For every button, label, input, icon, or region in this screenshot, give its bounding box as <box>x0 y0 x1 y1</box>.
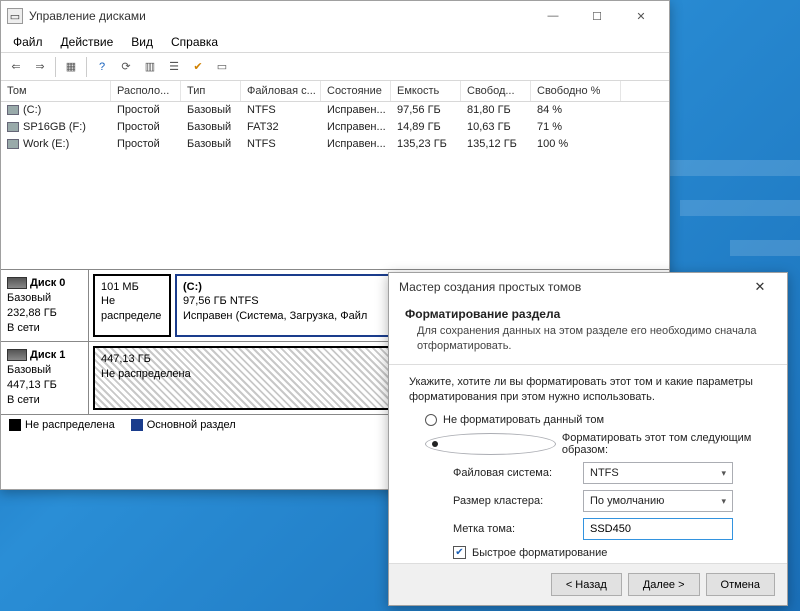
checkbox-quick-format-label: Быстрое форматирование <box>472 547 607 559</box>
wizard-heading: Форматирование раздела <box>405 307 771 321</box>
wizard-titlebar[interactable]: Мастер создания простых томов ✕ <box>389 273 787 301</box>
legend-primary-icon <box>131 419 143 431</box>
grid-header: Том Располо... Тип Файловая с... Состоян… <box>1 81 669 102</box>
label-volume: Метка тома: <box>453 523 583 535</box>
titlebar[interactable]: ▭ Управление дисками — ☐ ✕ <box>1 1 669 31</box>
col-fs[interactable]: Файловая с... <box>241 81 321 101</box>
cancel-button[interactable]: Отмена <box>706 573 775 596</box>
chevron-down-icon: ▾ <box>721 496 726 507</box>
help-icon[interactable]: ? <box>91 56 113 78</box>
refresh-icon[interactable]: ⟳ <box>115 56 137 78</box>
col-layout[interactable]: Располо... <box>111 81 181 101</box>
back-button[interactable]: < Назад <box>551 573 622 596</box>
format-wizard-dialog: Мастер создания простых томов ✕ Форматир… <box>388 272 788 606</box>
menu-action[interactable]: Действие <box>53 33 122 51</box>
legend-primary-label: Основной раздел <box>147 419 236 431</box>
wizard-prompt: Укажите, хотите ли вы форматировать этот… <box>409 375 767 405</box>
col-type[interactable]: Тип <box>181 81 241 101</box>
col-cap[interactable]: Емкость <box>391 81 461 101</box>
back-icon[interactable]: ⇐ <box>5 56 27 78</box>
app-icon: ▭ <box>7 8 23 24</box>
input-volume-label[interactable] <box>583 518 733 540</box>
table-row[interactable]: SP16GB (F:)ПростойБазовыйFAT32Исправен..… <box>1 119 669 136</box>
col-state[interactable]: Состояние <box>321 81 391 101</box>
chevron-down-icon: ▾ <box>721 468 726 479</box>
menu-help[interactable]: Справка <box>163 33 226 51</box>
legend-unallocated-label: Не распределена <box>25 419 115 431</box>
table-row[interactable]: Work (E:)ПростойБазовыйNTFSИсправен...13… <box>1 136 669 153</box>
col-pct[interactable]: Свободно % <box>531 81 621 101</box>
col-volume[interactable]: Том <box>1 81 111 101</box>
next-button[interactable]: Далее > <box>628 573 700 596</box>
label-filesystem: Файловая система: <box>453 467 583 479</box>
col-free[interactable]: Свобод... <box>461 81 531 101</box>
wizard-close-button[interactable]: ✕ <box>743 274 777 300</box>
maximize-button[interactable]: ☐ <box>575 1 619 31</box>
wizard-subheading: Для сохранения данных на этом разделе ег… <box>405 324 771 354</box>
radio-no-format-label: Не форматировать данный том <box>443 414 604 426</box>
wizard-footer: < Назад Далее > Отмена <box>389 563 787 605</box>
panes-icon[interactable]: ▦ <box>60 56 82 78</box>
table-row[interactable]: (C:)ПростойБазовыйNTFSИсправен...97,56 Г… <box>1 102 669 119</box>
props-icon[interactable]: ▭ <box>211 56 233 78</box>
radio-no-format[interactable] <box>425 414 437 426</box>
label-cluster: Размер кластера: <box>453 495 583 507</box>
radio-format-label: Форматировать этот том следующим образом… <box>562 432 767 456</box>
close-button[interactable]: ✕ <box>619 1 663 31</box>
disk-header[interactable]: Диск 0Базовый232,88 ГБВ сети <box>1 270 89 341</box>
checkbox-quick-format[interactable]: ✔ <box>453 546 466 559</box>
minimize-button[interactable]: — <box>531 1 575 31</box>
volume-list: Том Располо... Тип Файловая с... Состоян… <box>1 81 669 153</box>
menu-file[interactable]: Файл <box>5 33 51 51</box>
forward-icon[interactable]: ⇒ <box>29 56 51 78</box>
radio-format[interactable] <box>425 433 556 455</box>
toolbar: ⇐ ⇒ ▦ ? ⟳ ▥ ☰ ✔ ▭ <box>1 53 669 81</box>
tool-icon[interactable]: ▥ <box>139 56 161 78</box>
menu-view[interactable]: Вид <box>123 33 161 51</box>
wizard-body: Укажите, хотите ли вы форматировать этот… <box>389 365 787 595</box>
menubar: Файл Действие Вид Справка <box>1 31 669 53</box>
check-icon[interactable]: ✔ <box>187 56 209 78</box>
legend-unallocated-icon <box>9 419 21 431</box>
disk-header[interactable]: Диск 1Базовый447,13 ГБВ сети <box>1 342 89 413</box>
wizard-title: Мастер создания простых томов <box>399 280 581 294</box>
partition[interactable]: 101 МБНе распределе <box>93 274 171 337</box>
select-filesystem[interactable]: NTFS▾ <box>583 462 733 484</box>
select-cluster[interactable]: По умолчанию▾ <box>583 490 733 512</box>
wizard-header: Форматирование раздела Для сохранения да… <box>389 301 787 365</box>
window-title: Управление дисками <box>29 9 146 23</box>
list-icon[interactable]: ☰ <box>163 56 185 78</box>
